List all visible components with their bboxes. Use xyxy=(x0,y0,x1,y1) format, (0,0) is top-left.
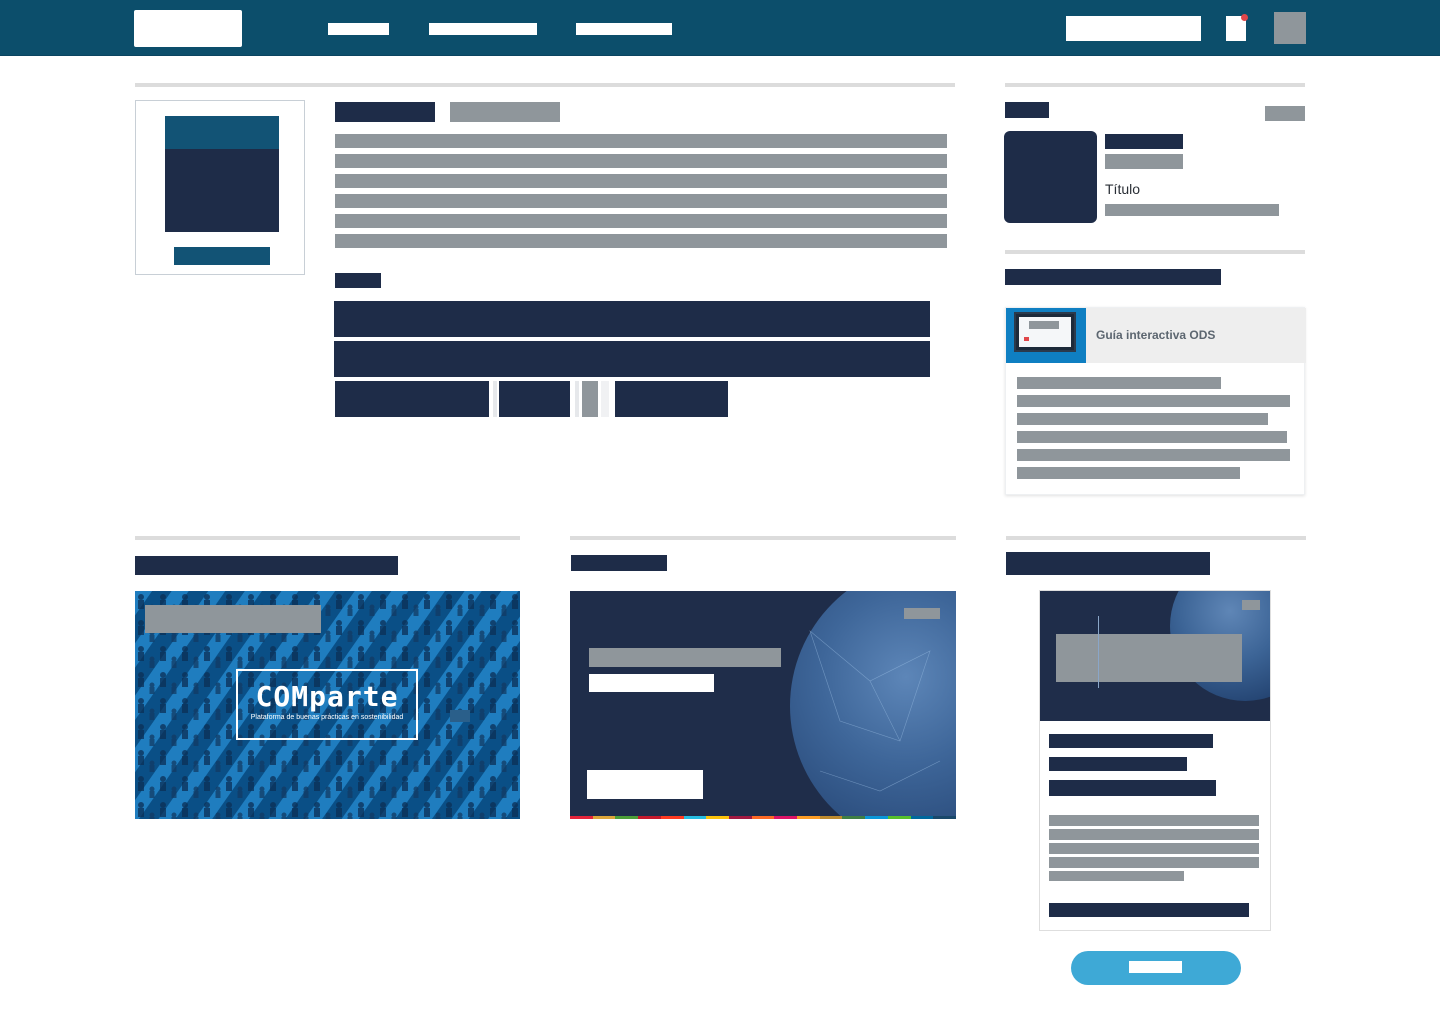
book-action-button[interactable] xyxy=(174,247,270,265)
screen-dot xyxy=(1024,337,1029,341)
link-block[interactable] xyxy=(334,301,930,337)
tag-chip-small[interactable] xyxy=(582,381,598,417)
paragraph-line xyxy=(335,234,947,248)
author-photo[interactable] xyxy=(1004,131,1097,223)
author-detail xyxy=(1105,154,1183,169)
sidebar-divider xyxy=(1005,83,1305,87)
cover-rule xyxy=(1098,616,1099,688)
section-divider xyxy=(135,536,520,540)
paragraph-line xyxy=(335,214,947,228)
guide-text-line xyxy=(1017,449,1290,461)
article-title xyxy=(335,102,435,122)
book-cover-band xyxy=(165,116,279,149)
guide-card[interactable]: Guía interactiva ODS xyxy=(1005,307,1306,495)
monitor-icon xyxy=(1014,312,1076,352)
see-more-button[interactable] xyxy=(1071,951,1241,985)
sidebar-heading xyxy=(1005,102,1049,118)
banner-subheadline xyxy=(589,674,714,692)
paragraph-line xyxy=(335,134,947,148)
sustainability-banner[interactable] xyxy=(570,591,956,819)
nav-link-2[interactable] xyxy=(429,23,537,35)
report-text-line xyxy=(1049,843,1259,854)
section-label xyxy=(335,273,381,288)
guide-text-line xyxy=(1017,413,1268,425)
guide-text-line xyxy=(1017,467,1240,479)
section-divider xyxy=(1006,536,1306,540)
report-text-line xyxy=(1049,815,1259,826)
cover-tag xyxy=(1242,600,1260,610)
chip-separator xyxy=(575,381,579,417)
cover-title xyxy=(1056,634,1242,682)
guide-title[interactable]: Guía interactiva ODS xyxy=(1096,328,1215,342)
paragraph-line xyxy=(335,194,947,208)
paragraph-line xyxy=(335,154,947,168)
comparte-banner[interactable]: COMparte Plataforma de buenas prácticas … xyxy=(135,591,520,819)
report-text-line xyxy=(1049,857,1259,868)
guide-card-header: Guía interactiva ODS xyxy=(1006,308,1306,363)
monitor-screen xyxy=(1019,317,1071,347)
book-cover xyxy=(165,116,279,232)
sidebar-divider xyxy=(1005,250,1305,254)
section-heading xyxy=(135,556,398,575)
author-name[interactable] xyxy=(1105,134,1183,149)
paragraph-line xyxy=(335,174,947,188)
comparte-logo-word: COMparte xyxy=(255,680,399,713)
see-more-label xyxy=(1129,961,1182,973)
report-title-line xyxy=(1049,780,1216,796)
section-heading xyxy=(571,555,667,571)
section-heading xyxy=(1006,552,1210,575)
avatar[interactable] xyxy=(1274,12,1306,44)
tag-chip[interactable] xyxy=(335,381,489,417)
guide-text-line xyxy=(1017,395,1290,407)
report-title-line xyxy=(1049,734,1213,748)
chip-separator xyxy=(493,381,497,417)
banner-tag xyxy=(904,608,940,619)
book-card[interactable] xyxy=(135,100,305,275)
banner-badge xyxy=(450,710,470,722)
report-cover-image xyxy=(1040,591,1270,721)
banner-cta-button[interactable] xyxy=(587,770,703,799)
sdg-color-strip xyxy=(570,816,956,819)
tag-chip[interactable] xyxy=(499,381,570,417)
report-card[interactable] xyxy=(1039,590,1271,931)
nav-link-3[interactable] xyxy=(576,23,672,35)
article-meta xyxy=(450,102,560,122)
author-role-label: Título xyxy=(1105,181,1141,197)
report-text-line xyxy=(1049,871,1184,881)
screen-bar xyxy=(1029,321,1059,329)
report-link[interactable] xyxy=(1049,903,1249,917)
banner-caption xyxy=(145,605,321,633)
report-text-line xyxy=(1049,829,1259,840)
author-detail xyxy=(1105,204,1279,216)
link-block[interactable] xyxy=(334,341,930,377)
chip-separator xyxy=(601,381,609,417)
sidebar-heading xyxy=(1005,269,1221,285)
comparte-logo-subtitle: Plataforma de buenas prácticas en sosten… xyxy=(250,714,404,721)
report-title-line xyxy=(1049,757,1187,771)
banner-headline xyxy=(589,648,781,667)
search-input[interactable] xyxy=(1066,16,1201,41)
section-divider xyxy=(570,536,956,540)
nav-link-1[interactable] xyxy=(328,23,389,35)
guide-thumbnail xyxy=(1006,308,1086,363)
notification-badge xyxy=(1241,14,1248,21)
section-divider xyxy=(135,83,955,87)
guide-text-line xyxy=(1017,377,1221,389)
guide-text-line xyxy=(1017,431,1287,443)
site-logo[interactable] xyxy=(134,10,242,47)
comparte-logo: COMparte Plataforma de buenas prácticas … xyxy=(236,669,418,740)
sidebar-link[interactable] xyxy=(1265,106,1305,121)
tag-chip[interactable] xyxy=(615,381,728,417)
